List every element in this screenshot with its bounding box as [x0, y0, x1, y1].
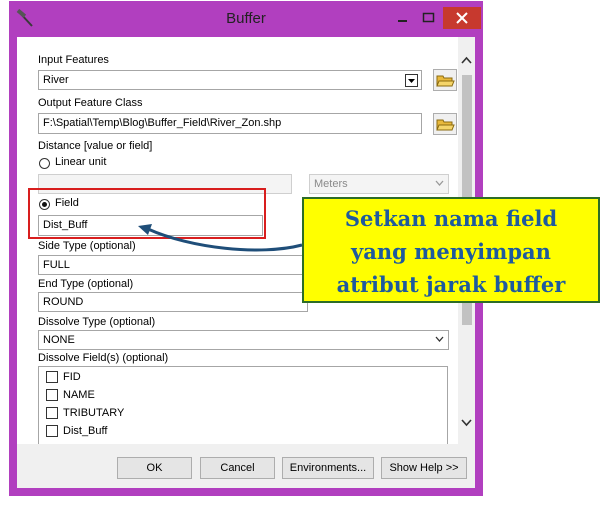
distance-label: Distance [value or field]	[38, 140, 153, 152]
output-feature-class-label: Output Feature Class	[38, 97, 143, 109]
list-item: NAME	[63, 389, 95, 401]
maximize-button[interactable]	[415, 7, 441, 29]
end-type-select[interactable]: ROUND	[38, 292, 308, 312]
side-type-select[interactable]: FULL	[38, 255, 308, 275]
checkbox-name[interactable]	[46, 389, 58, 401]
browse-input-button[interactable]	[433, 69, 457, 91]
annotation-callout: Setkan nama field yang menyimpan atribut…	[302, 197, 600, 303]
checkbox-fid[interactable]	[46, 371, 58, 383]
dissolve-type-label: Dissolve Type (optional)	[38, 316, 156, 328]
list-item: Dist_Buff	[63, 425, 108, 437]
callout-arrow	[138, 224, 303, 252]
chevron-down-icon	[435, 180, 444, 186]
close-icon	[456, 12, 468, 24]
folder-open-icon	[436, 75, 455, 87]
maximize-icon	[422, 12, 435, 23]
dropdown-arrow-icon[interactable]	[405, 74, 418, 87]
cancel-button[interactable]: Cancel	[200, 457, 275, 479]
dissolve-type-value: NONE	[43, 334, 75, 346]
folder-open-icon	[436, 119, 455, 131]
end-type-label: End Type (optional)	[38, 278, 134, 290]
minimize-icon	[398, 20, 407, 22]
distance-unit-value: Meters	[314, 178, 348, 190]
dissolve-fields-list: FID NAME TRIBUTARY Dist_Buff	[38, 366, 448, 444]
output-feature-class-input[interactable]: F:\Spatial\Temp\Blog\Buffer_Field\River_…	[38, 113, 422, 134]
checkbox-tributary[interactable]	[46, 407, 58, 419]
dissolve-type-select[interactable]: NONE	[38, 330, 449, 350]
input-features-value: River	[43, 74, 69, 86]
show-help-button[interactable]: Show Help >>	[381, 457, 467, 479]
side-type-label: Side Type (optional)	[38, 240, 136, 252]
checkbox-dist-buff[interactable]	[46, 425, 58, 437]
callout-line-1: Setkan nama field	[344, 206, 558, 231]
dissolve-fields-label: Dissolve Field(s) (optional)	[38, 352, 169, 364]
callout-line-3: atribut jarak buffer	[336, 272, 566, 297]
list-item: TRIBUTARY	[63, 407, 125, 419]
input-features-label: Input Features	[38, 54, 109, 66]
browse-output-button[interactable]	[433, 113, 457, 135]
callout-line-2: yang menyimpan	[351, 239, 551, 264]
linear-unit-label: Linear unit	[55, 156, 107, 168]
ok-button[interactable]: OK	[117, 457, 192, 479]
title-bar[interactable]: Buffer	[9, 1, 483, 37]
linear-unit-radio[interactable]	[39, 158, 50, 169]
chevron-down-icon	[435, 336, 444, 342]
environments-button[interactable]: Environments...	[282, 457, 374, 479]
scroll-up-icon[interactable]	[461, 56, 472, 64]
input-features-combo[interactable]: River	[38, 70, 422, 90]
list-item: FID	[63, 371, 81, 383]
close-button[interactable]	[443, 7, 481, 29]
distance-unit-select[interactable]: Meters	[309, 174, 449, 194]
minimize-button[interactable]	[389, 7, 415, 29]
scroll-down-icon[interactable]	[461, 419, 472, 427]
